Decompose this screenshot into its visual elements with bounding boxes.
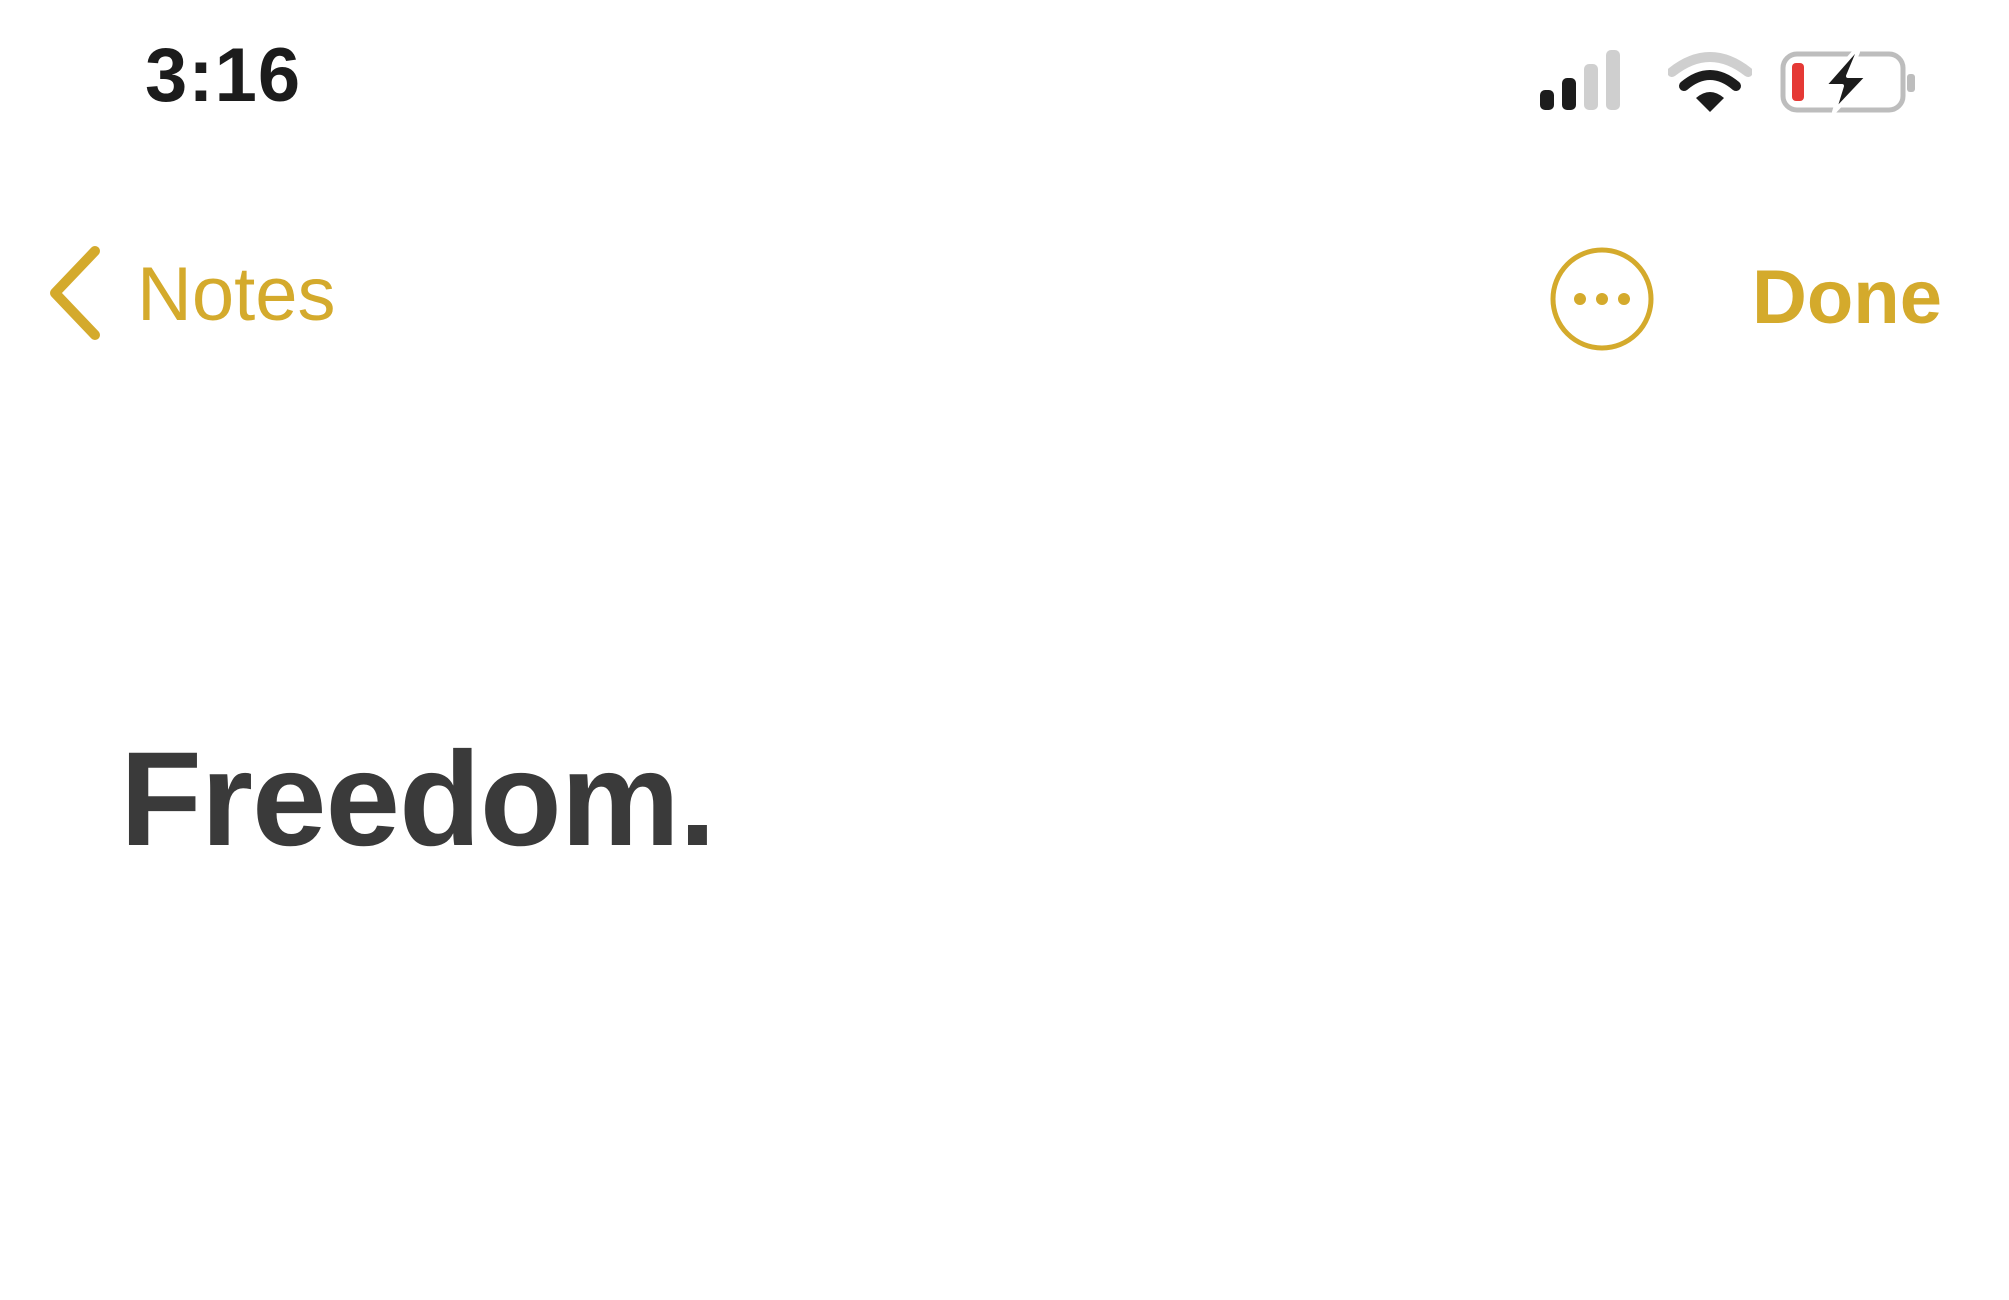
cellular-signal-icon <box>1540 50 1640 121</box>
note-title[interactable]: Freedom. <box>120 720 1880 881</box>
more-options-button[interactable] <box>1548 245 1656 353</box>
back-label: Notes <box>137 252 336 337</box>
back-button[interactable]: Notes <box>45 245 336 345</box>
status-icons <box>1540 50 1920 120</box>
status-time: 3:16 <box>145 33 302 118</box>
note-editor[interactable]: Freedom. <box>120 720 1880 881</box>
nav-bar: Notes Done <box>0 230 2009 370</box>
done-button[interactable]: Done <box>1752 260 1942 336</box>
battery-charging-icon <box>1780 50 1920 121</box>
status-bar: 3:16 <box>0 0 2009 160</box>
chevron-left-icon <box>45 245 105 346</box>
ellipsis-circle-icon <box>1548 247 1656 357</box>
wifi-icon <box>1667 52 1753 121</box>
